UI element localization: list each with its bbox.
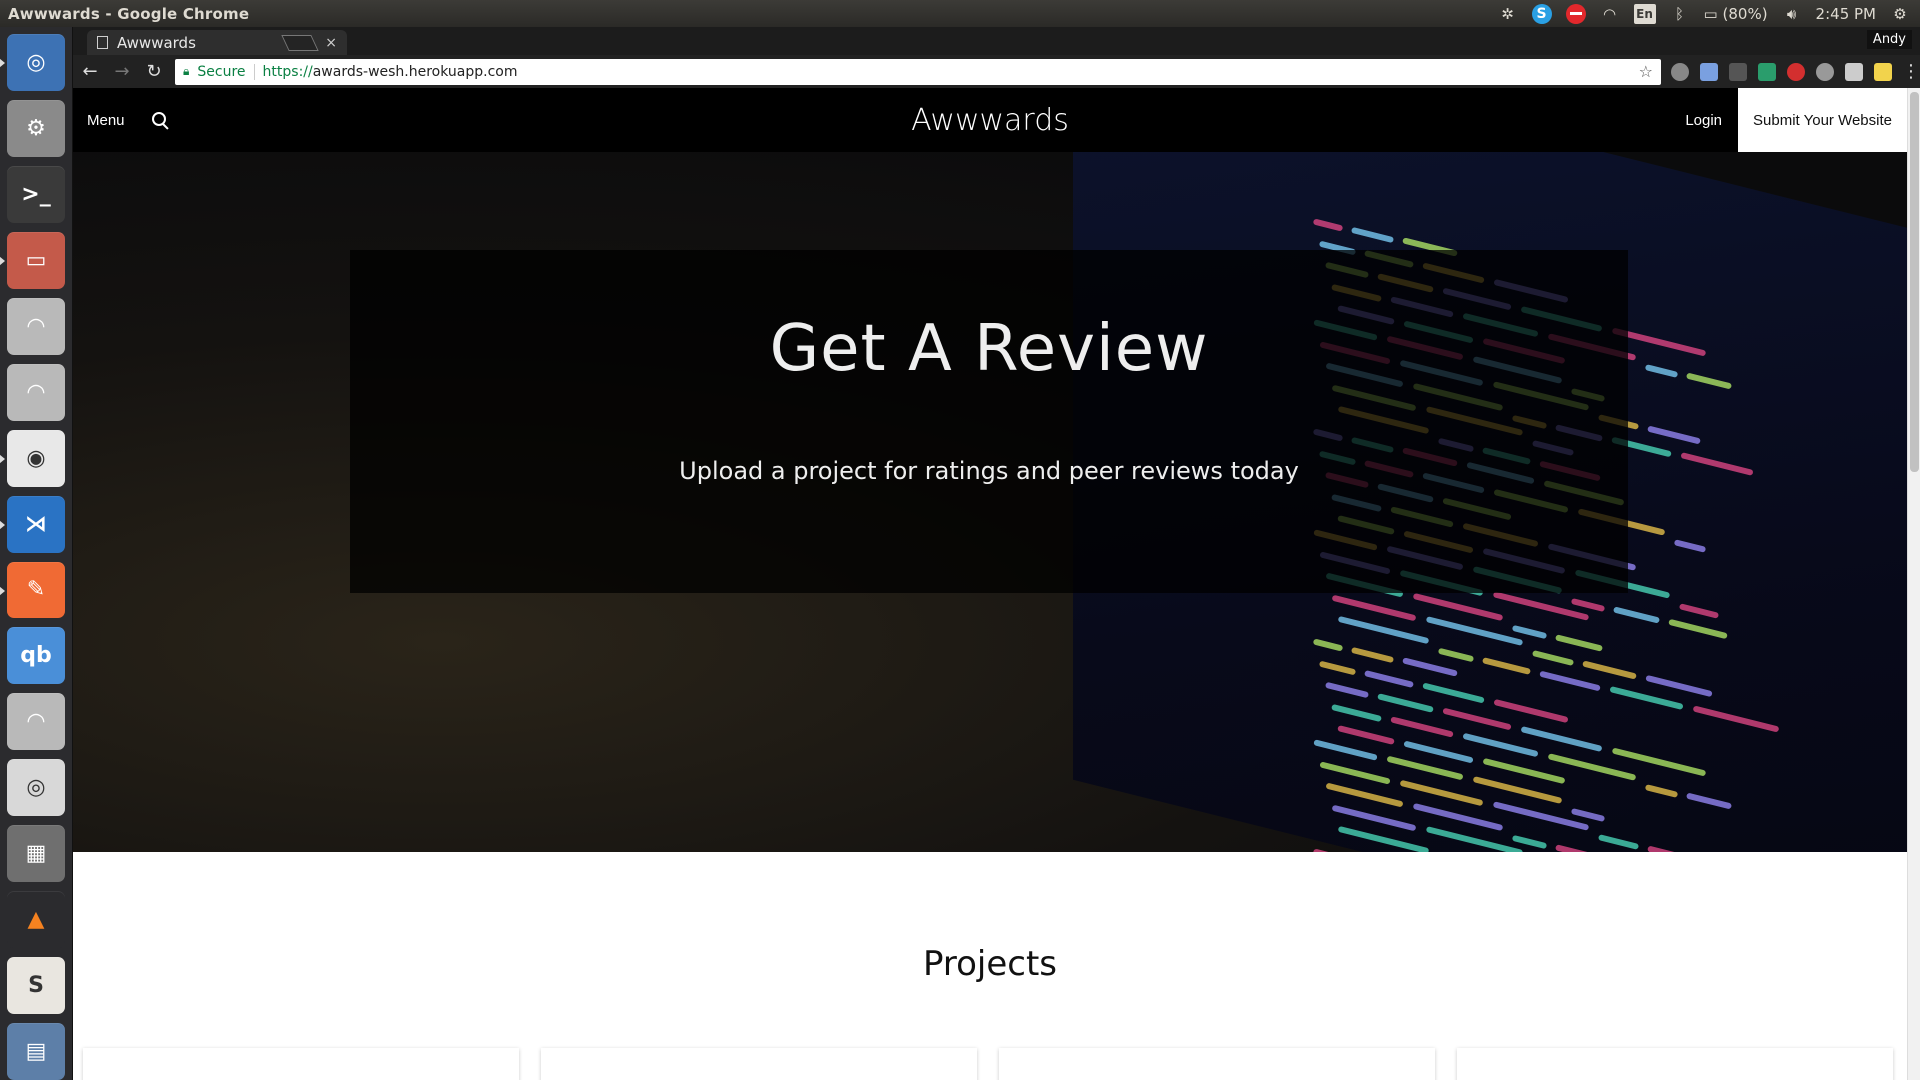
running-indicator <box>0 519 5 530</box>
battery-icon: ▭ <box>1703 4 1718 23</box>
launcher-vscode-icon[interactable]: ⋊ <box>0 495 65 553</box>
launcher-system-settings-icon[interactable]: ⚙ <box>7 99 65 157</box>
volume-icon[interactable]: 🔊︎ <box>1782 4 1802 24</box>
power-gear-icon[interactable]: ⚙ <box>1890 4 1910 24</box>
project-card[interactable]: jfk <box>83 1048 519 1080</box>
reload-icon[interactable]: ↻ <box>143 61 165 83</box>
battery-level: (80%) <box>1722 4 1768 23</box>
launcher-calculator-icon[interactable]: ▦ <box>7 825 65 883</box>
launcher-slack-icon[interactable]: S <box>7 957 65 1015</box>
blocked-icon[interactable] <box>1565 3 1586 24</box>
menu-link[interactable]: Menu <box>87 112 125 129</box>
url-scheme: https:// <box>262 63 313 80</box>
skype-icon[interactable]: S <box>1531 3 1552 24</box>
running-indicator <box>0 585 5 596</box>
secure-label: Secure <box>197 63 246 80</box>
extension-shield-icon[interactable] <box>1729 62 1747 81</box>
launcher-drive-2-icon[interactable]: ◠ <box>7 363 65 421</box>
hero-overlay-panel <box>350 250 1628 593</box>
extension-s-icon[interactable] <box>1758 62 1776 81</box>
hero-subtitle: Upload a project for ratings and peer re… <box>679 457 1299 485</box>
scrollbar-thumb[interactable] <box>1910 92 1919 472</box>
projects-grid: jfk Virtual Reality Theme Rick and Morty La… <box>83 1048 1907 1080</box>
extensions <box>1671 62 1892 81</box>
running-indicator <box>0 255 5 266</box>
extension-circle-icon[interactable] <box>1816 62 1834 81</box>
url-text[interactable]: https://awards-wesh.herokuapp.com <box>263 64 1631 80</box>
launcher-postman-icon[interactable]: ✎ <box>0 561 65 619</box>
chrome-menu-icon[interactable]: ⋮ <box>1902 61 1920 82</box>
project-card[interactable]: Rick and Morty <box>999 1048 1435 1080</box>
extension-cookie-icon[interactable] <box>1671 62 1689 81</box>
submit-website-button[interactable]: Submit Your Website <box>1738 88 1907 152</box>
hero-title: Get A Review <box>769 312 1209 386</box>
settings-gear-icon[interactable]: ✲ <box>1498 4 1518 24</box>
launcher-chrome-icon[interactable]: ◉ <box>0 429 65 487</box>
page-viewport: Menu Awwwards Login Submit Your Website … <box>73 88 1920 1080</box>
page-favicon-icon <box>97 36 108 49</box>
project-card[interactable]: Virtual Reality Theme <box>541 1048 977 1080</box>
battery-indicator[interactable]: ▭ (80%) <box>1704 5 1768 23</box>
site-brand[interactable]: Awwwards <box>73 103 1907 138</box>
tab-strip: Awwwards × Andy <box>73 27 1920 55</box>
divider <box>253 63 255 80</box>
extension-adblock-icon[interactable] <box>1787 62 1805 81</box>
launcher-drive-1-icon[interactable]: ◠ <box>7 297 65 355</box>
forward-arrow-icon[interactable]: → <box>111 61 133 83</box>
launcher: ◎ ⚙ >_ ▭ ◠ ◠ ◉ ⋊ ✎ qb ◠ ◎ ▦ ▲ S ▤ <box>0 27 73 1080</box>
page-scrollbar[interactable] <box>1907 88 1920 1080</box>
window-title: Awwwards - Google Chrome <box>8 4 250 23</box>
running-indicator <box>0 453 5 464</box>
code-line-decoration <box>1312 848 1344 852</box>
project-card[interactable]: Lamb Talk <box>1457 1048 1893 1080</box>
clock[interactable]: 2:45 PM <box>1816 5 1876 23</box>
bluetooth-icon[interactable]: ᛒ <box>1670 4 1690 24</box>
system-tray: ✲ S ◠ En ᛒ ▭ (80%) 🔊︎ 2:45 PM ⚙ <box>1498 3 1920 24</box>
nav-right: Login Submit Your Website <box>1685 88 1907 152</box>
bookmark-star-icon[interactable]: ☆ <box>1639 62 1653 81</box>
wifi-icon[interactable]: ◠ <box>1600 4 1620 24</box>
extension-window-icon[interactable] <box>1845 62 1863 81</box>
address-bar[interactable]: 🔒︎ Secure https://awards-wesh.herokuapp.… <box>175 58 1661 85</box>
hero-banner: Get A Review Upload a project for rating… <box>73 152 1907 852</box>
tab-close-icon[interactable]: × <box>325 35 337 51</box>
back-arrow-icon[interactable]: ← <box>79 61 101 83</box>
launcher-qbittorrent-icon[interactable]: qb <box>7 627 65 685</box>
browser-toolbar: ← → ↻ 🔒︎ Secure https://awards-wesh.hero… <box>73 55 1920 88</box>
launcher-rhythmbox-icon[interactable]: ◎ <box>7 759 65 817</box>
lock-icon: 🔒︎ <box>183 64 190 78</box>
url-host: awards-wesh.herokuapp.com <box>312 63 518 80</box>
launcher-files-icon[interactable]: ▭ <box>0 231 65 289</box>
running-indicator <box>0 58 5 68</box>
site-navbar: Menu Awwwards Login Submit Your Website <box>73 88 1907 152</box>
projects-heading: Projects <box>922 944 1058 984</box>
launcher-terminal-icon[interactable]: >_ <box>7 165 65 223</box>
profile-name[interactable]: Andy <box>1866 30 1912 49</box>
chrome-window: Awwwards × Andy ← → ↻ 🔒︎ Secure https://… <box>73 27 1920 1080</box>
launcher-drive-3-icon[interactable]: ◠ <box>7 693 65 751</box>
login-link[interactable]: Login <box>1685 112 1722 129</box>
keyboard-language-indicator[interactable]: En <box>1633 3 1656 24</box>
os-top-panel: Awwwards - Google Chrome ✲ S ◠ En ᛒ ▭ (8… <box>0 0 1920 27</box>
launcher-ubuntu-dash-icon[interactable]: ◎ <box>0 34 65 91</box>
launcher-scanner-icon[interactable]: ▤ <box>7 1023 65 1080</box>
extension-screenshot-icon[interactable] <box>1700 62 1718 81</box>
search-icon[interactable] <box>151 111 169 129</box>
extension-note-icon[interactable] <box>1874 62 1892 81</box>
launcher-vlc-icon[interactable]: ▲ <box>7 891 65 949</box>
